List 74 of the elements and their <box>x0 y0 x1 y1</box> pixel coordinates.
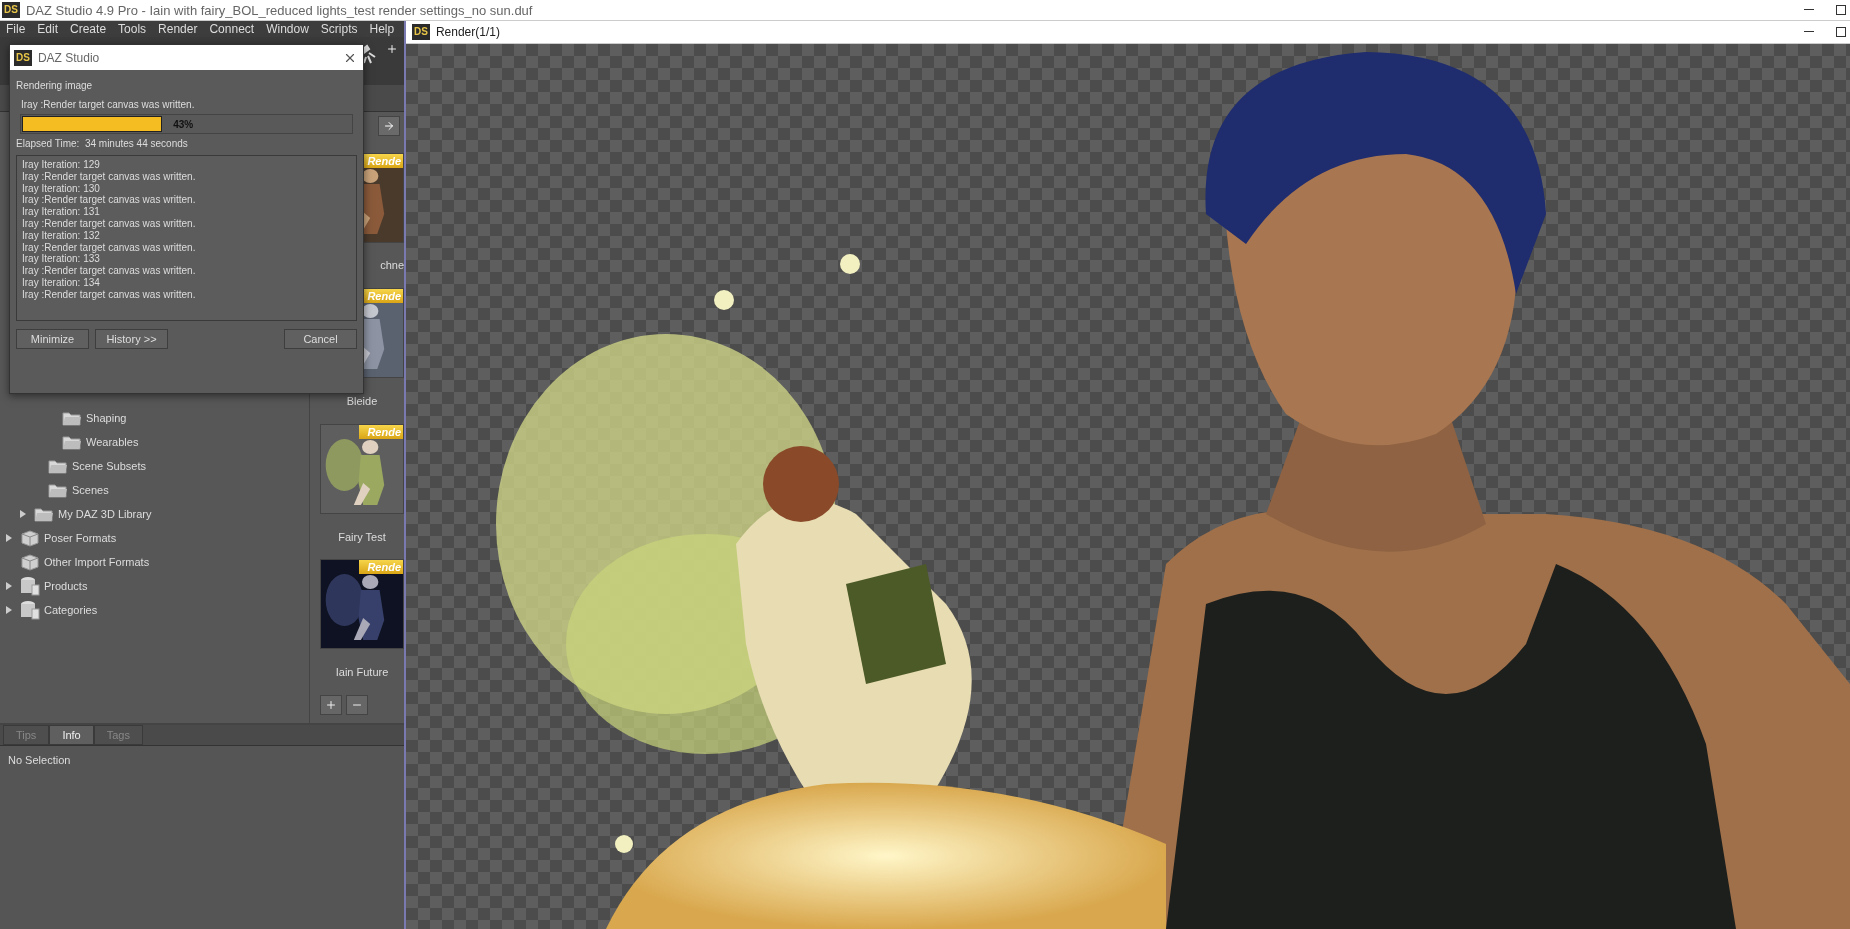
menu-item[interactable]: Render <box>158 22 198 36</box>
render-banner: Rende <box>359 560 403 575</box>
window-title: DAZ Studio 4.9 Pro - Iain with fairy_BOL_reduced lights_test render settings_no sun.duf <box>25 2 534 18</box>
folder-icon <box>34 506 54 522</box>
window-title: Render(1/1) <box>435 25 501 39</box>
dialog-heading: Rendering image <box>16 80 94 91</box>
log-line: Iray :Render target canvas was written. <box>22 218 197 230</box>
database-icon <box>20 576 40 596</box>
box-icon <box>20 553 40 571</box>
add-button[interactable] <box>320 695 342 715</box>
menu-item[interactable]: Edit <box>37 22 59 36</box>
log-line: Iray :Render target canvas was written. <box>22 194 197 207</box>
log-line: Iray Iteration: 133 <box>22 253 101 266</box>
expand-arrow-icon[interactable] <box>20 510 26 518</box>
maximize-icon[interactable] <box>1836 27 1846 37</box>
log-line: Iray :Render target canvas was written. <box>22 288 197 301</box>
log-line: Iray Iteration: 129 <box>22 159 101 171</box>
maximize-icon[interactable] <box>1836 5 1846 15</box>
minimize-icon[interactable] <box>1804 31 1814 33</box>
elapsed-time: Elapsed Time: 34 minutes 44 seconds <box>16 138 189 149</box>
menu-item[interactable]: Window <box>266 22 309 36</box>
menu-item[interactable]: Connect <box>209 22 255 36</box>
plus-icon <box>325 699 337 711</box>
expand-arrow-icon[interactable] <box>6 534 12 542</box>
info-text: No Selection <box>7 753 72 768</box>
thumbnail-label: Iain Future <box>335 666 389 679</box>
expand-arrow-icon[interactable] <box>6 606 12 614</box>
tree-item[interactable]: Categories <box>44 604 98 616</box>
expand-arrow-icon[interactable] <box>6 582 12 590</box>
log-line: Iray :Render target canvas was written. <box>22 170 197 183</box>
database-icon <box>20 600 40 620</box>
folder-icon <box>62 434 82 450</box>
thumbnail-label: Bleide <box>346 395 378 408</box>
box-icon <box>20 529 40 547</box>
remove-button[interactable] <box>346 695 368 715</box>
tree-item[interactable]: Other Import Formats <box>44 556 150 568</box>
tree-item[interactable]: My DAZ 3D Library <box>58 508 152 520</box>
log-line: Iray Iteration: 130 <box>22 182 101 195</box>
status-text: Iray :Render target canvas was written. <box>20 99 196 110</box>
log-line: Iray :Render target canvas was written. <box>22 241 197 254</box>
log-line: Iray Iteration: 131 <box>22 206 101 218</box>
menu-item[interactable]: Help <box>369 22 395 36</box>
tree-item[interactable]: Scene Subsets <box>72 460 146 472</box>
dialog-title: DAZ Studio <box>37 50 101 65</box>
tree-item[interactable]: Shaping <box>86 412 127 424</box>
log-line: Iray Iteration: 132 <box>22 229 101 242</box>
dialog-button[interactable]: Minimize <box>16 329 89 349</box>
log-line: Iray :Render target canvas was written. <box>22 265 197 277</box>
menu-item[interactable]: Tools <box>118 22 147 36</box>
dialog-button[interactable]: History >> <box>95 329 168 349</box>
thumbnail-label: chne <box>380 259 404 272</box>
tree-item[interactable]: Scenes <box>72 484 109 496</box>
tree-item[interactable]: Poser Formats <box>44 532 117 544</box>
thumbnail-label: Fairy Test <box>338 530 386 543</box>
menu-item[interactable]: File <box>6 22 26 36</box>
app-logo: DS <box>2 2 20 18</box>
add-icon[interactable] <box>386 43 398 55</box>
arrow-right-icon <box>383 119 395 132</box>
forward-button[interactable] <box>378 116 400 136</box>
folder-icon <box>48 482 68 498</box>
tree-item[interactable]: Wearables <box>86 436 139 448</box>
dialog-button[interactable]: Cancel <box>284 329 357 349</box>
minimize-icon[interactable] <box>1804 9 1814 11</box>
app-logo: DS <box>14 49 32 66</box>
folder-icon <box>62 410 82 426</box>
progress-label: 43% <box>173 118 194 130</box>
tree-item[interactable]: Products <box>44 580 88 592</box>
render-banner: Rende <box>359 424 403 439</box>
log-line: Iray Iteration: 134 <box>22 276 101 289</box>
folder-icon <box>48 458 68 474</box>
app-logo: DS <box>412 24 430 40</box>
tab[interactable]: Info <box>49 725 94 745</box>
menu-item[interactable]: Scripts <box>320 22 358 36</box>
menu-item[interactable]: Create <box>70 22 107 36</box>
